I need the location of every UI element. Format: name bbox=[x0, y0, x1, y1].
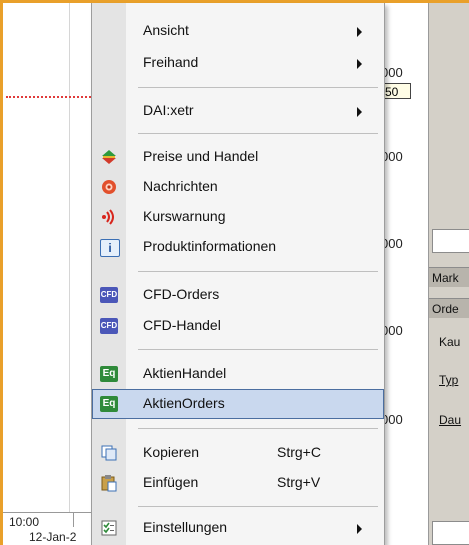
paste-icon bbox=[100, 474, 118, 492]
menu-separator bbox=[138, 349, 378, 350]
price-marker: 50 bbox=[381, 83, 411, 99]
menu-separator bbox=[138, 87, 378, 88]
submenu-arrow-icon bbox=[357, 27, 362, 37]
submenu-arrow-icon bbox=[357, 107, 362, 117]
menu-item-label: Ansicht bbox=[143, 22, 189, 38]
eq-icon: Eq bbox=[100, 395, 118, 413]
price-line bbox=[6, 96, 94, 98]
alert-icon bbox=[100, 208, 118, 226]
copy-icon bbox=[100, 444, 118, 462]
menu-item-freihand[interactable]: Freihand bbox=[92, 48, 384, 78]
menu-item-einstellungen[interactable]: Einstellungen bbox=[92, 513, 384, 543]
cfd-icon: CFD bbox=[100, 317, 118, 335]
menu-item-einfuegen[interactable]: Einfügen Strg+V bbox=[92, 468, 384, 498]
menu-item-label: DAI:xetr bbox=[143, 102, 194, 118]
cfd-icon: CFD bbox=[100, 286, 118, 304]
cfd-badge: CFD bbox=[100, 287, 118, 303]
menu-separator bbox=[138, 271, 378, 272]
menu-item-label: Einstellungen bbox=[143, 519, 228, 535]
panel-label-typ: Typ bbox=[439, 373, 459, 387]
menu-item-cfd-orders[interactable]: CFD CFD-Orders bbox=[92, 280, 384, 310]
menu-item-label: AktienOrders bbox=[143, 395, 225, 411]
panel-input[interactable] bbox=[432, 229, 469, 253]
axis-time-label: 10:00 bbox=[9, 515, 40, 529]
menu-item-produktinformationen[interactable]: i Produktinformationen bbox=[92, 232, 384, 262]
submenu-arrow-icon bbox=[357, 524, 362, 534]
menu-item-kopieren[interactable]: Kopieren Strg+C bbox=[92, 438, 384, 468]
menu-item-label: CFD-Handel bbox=[143, 317, 221, 333]
price-trade-icon bbox=[100, 148, 118, 166]
eq-badge: Eq bbox=[100, 366, 118, 382]
menu-item-aktienhandel[interactable]: Eq AktienHandel bbox=[92, 359, 384, 389]
menu-item-label: Freihand bbox=[143, 54, 199, 70]
axis-date-label: 12-Jan-2 bbox=[29, 530, 77, 544]
menu-item-label: Kurswarnung bbox=[143, 208, 226, 224]
menu-item-aktienorders[interactable]: Eq AktienOrders bbox=[92, 389, 384, 419]
panel-tab-order[interactable]: Orde bbox=[429, 298, 469, 318]
submenu-arrow-icon bbox=[357, 59, 362, 69]
menu-item-preise-und-handel[interactable]: Preise und Handel bbox=[92, 142, 384, 172]
menu-item-label: Preise und Handel bbox=[143, 148, 259, 164]
panel-label-dauer: Dau bbox=[439, 413, 462, 427]
panel-input[interactable] bbox=[432, 521, 469, 545]
time-axis: 10:00 12-Jan-2 bbox=[3, 512, 93, 545]
menu-item-shortcut: Strg+V bbox=[277, 474, 321, 490]
settings-icon bbox=[100, 519, 118, 537]
info-icon: i bbox=[100, 238, 120, 257]
menu-item-label: Kopieren bbox=[143, 444, 200, 460]
panel-tab-markt[interactable]: Mark bbox=[429, 267, 469, 287]
menu-separator bbox=[138, 506, 378, 507]
menu-item-kurswarnung[interactable]: Kurswarnung bbox=[92, 202, 384, 232]
menu-separator bbox=[138, 428, 378, 429]
menu-item-label: Produktinformationen bbox=[143, 238, 277, 254]
menu-item-shortcut: Strg+C bbox=[277, 444, 321, 460]
panel-label-kauf: Kau bbox=[439, 335, 461, 349]
menu-item-cfd-handel[interactable]: CFD CFD-Handel bbox=[92, 311, 384, 341]
menu-item-nachrichten[interactable]: Nachrichten bbox=[92, 172, 384, 202]
eq-badge: Eq bbox=[100, 396, 118, 412]
menu-separator bbox=[138, 133, 378, 134]
menu-item-label: Nachrichten bbox=[143, 178, 218, 194]
menu-item-dai-xetr[interactable]: DAI:xetr bbox=[92, 96, 384, 126]
menu-item-label: AktienHandel bbox=[143, 365, 227, 381]
menu-item-label: CFD-Orders bbox=[143, 286, 220, 302]
axis-tick bbox=[73, 513, 74, 527]
grid-line bbox=[69, 3, 70, 515]
news-icon bbox=[100, 178, 118, 196]
eq-icon: Eq bbox=[100, 365, 118, 383]
order-panel: Mark Orde Kau Typ Dau bbox=[428, 3, 469, 545]
cfd-badge: CFD bbox=[100, 318, 118, 334]
menu-item-ansicht[interactable]: Ansicht bbox=[92, 16, 384, 46]
menu-item-label: Einfügen bbox=[143, 474, 199, 490]
context-menu: Ansicht Freihand DAI:xetr Preise und Han… bbox=[91, 3, 385, 545]
